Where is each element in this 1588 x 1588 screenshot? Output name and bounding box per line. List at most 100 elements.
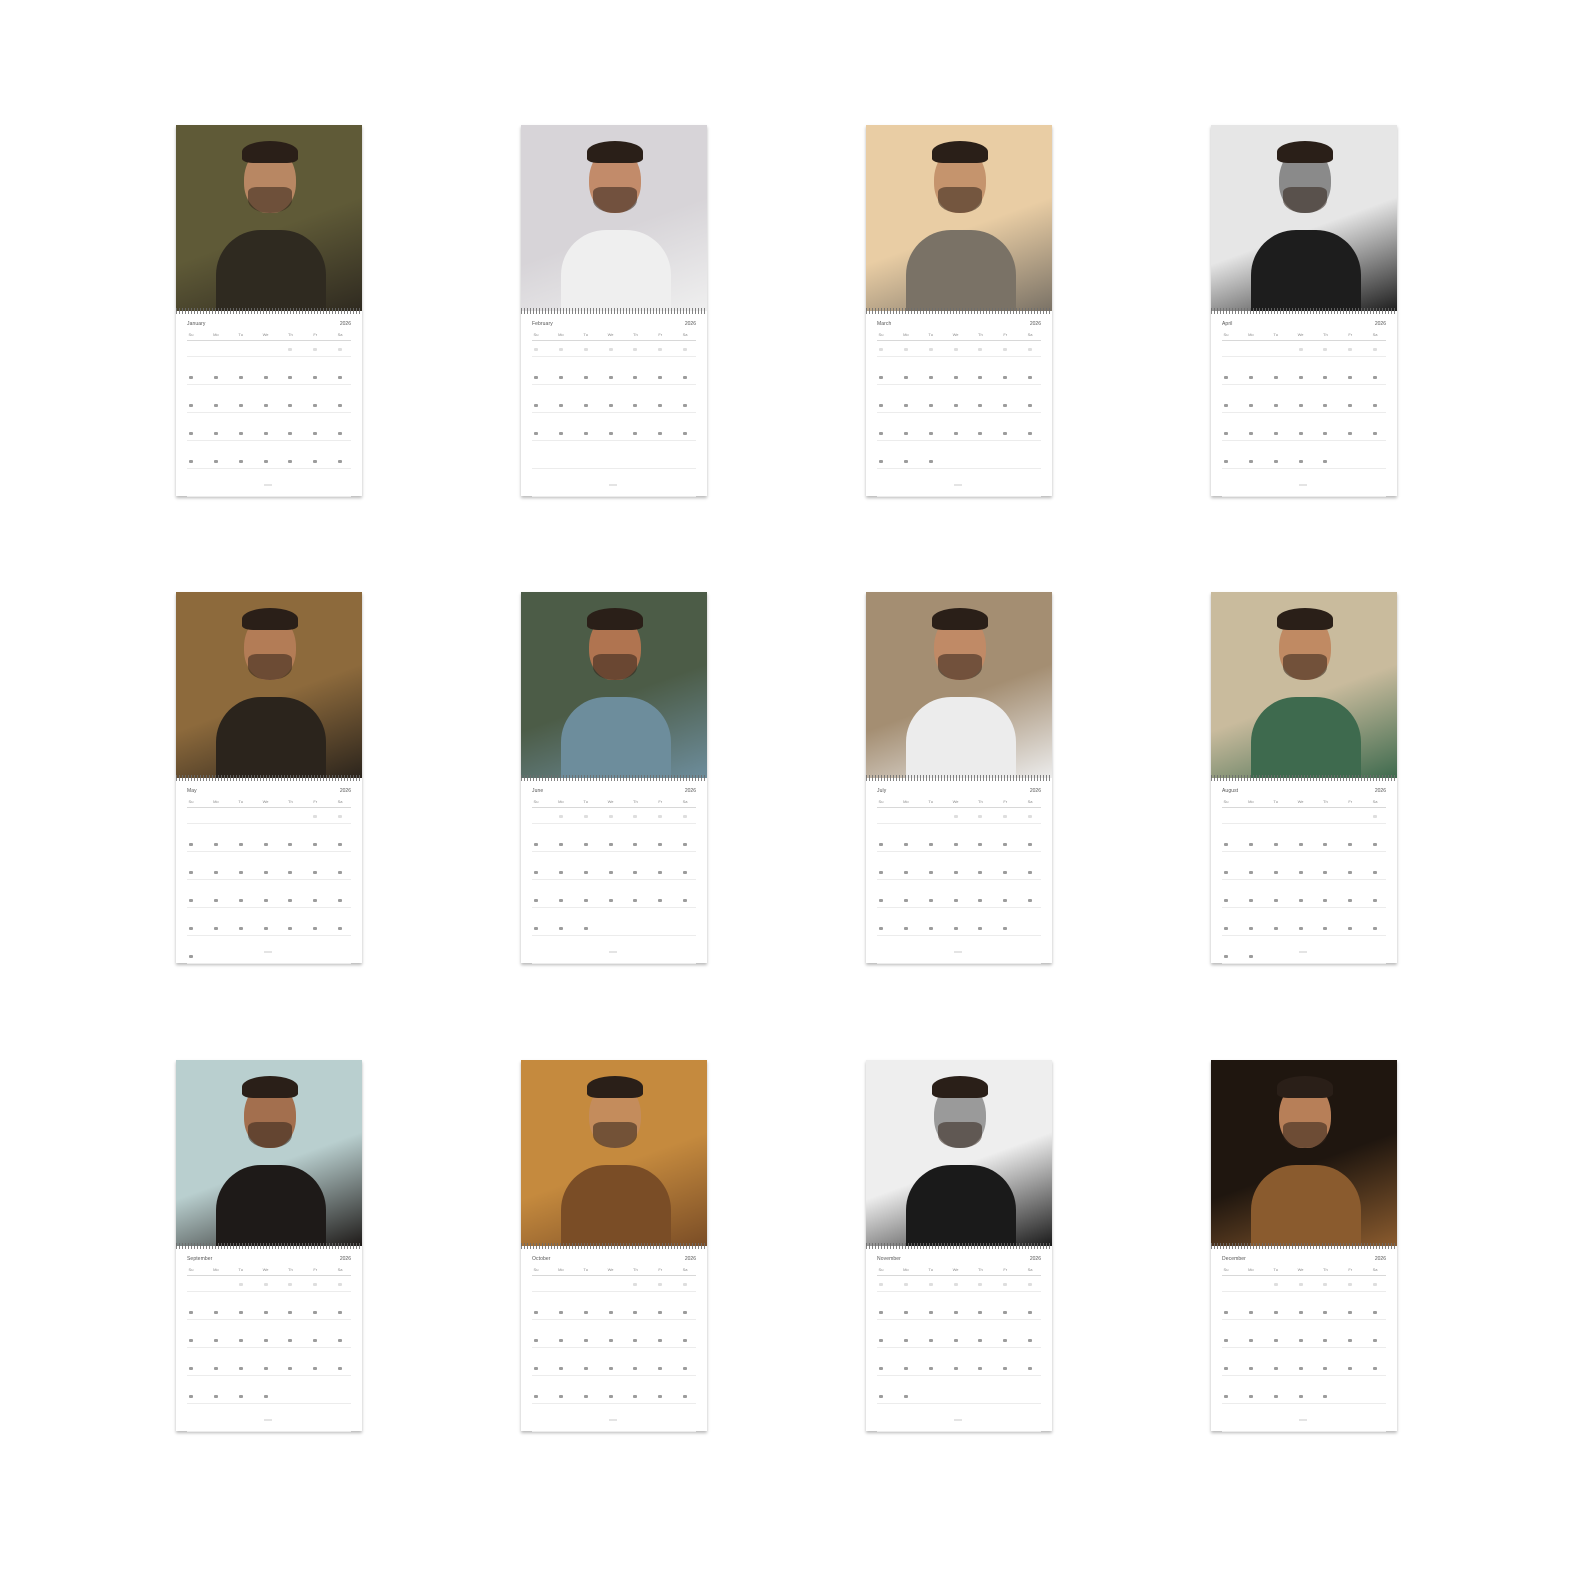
day-cell — [1373, 348, 1378, 351]
day-cell — [1348, 432, 1353, 435]
weekday-header-row: Su Mo Tu We Th Fr Sa — [877, 799, 1041, 808]
day-cell — [1003, 1339, 1008, 1342]
year-label: 2026 — [1374, 1256, 1386, 1262]
calendar-page-june[interactable]: June 2026 Su Mo Tu We Th Fr Sa — [521, 592, 707, 964]
year-label: 2026 — [339, 1256, 351, 1262]
figure-torso — [906, 697, 1016, 778]
calendar-page-april[interactable]: April 2026 Su Mo Tu We Th Fr Sa — [1211, 125, 1397, 497]
calendar-page-may[interactable]: May 2026 Su Mo Tu We Th Fr Sa — [176, 592, 362, 964]
day-cell — [1348, 871, 1353, 874]
day-cell — [1323, 1339, 1328, 1342]
day-cell — [1273, 1395, 1278, 1398]
day-cell — [1323, 1367, 1328, 1370]
day-cell — [1373, 376, 1378, 379]
day-cell — [534, 404, 538, 407]
figure-hair — [242, 1076, 298, 1098]
day-cell — [1224, 1339, 1228, 1342]
calendar-page-march[interactable]: March 2026 Su Mo Tu We Th Fr Sa — [866, 125, 1052, 497]
day-cell — [189, 843, 193, 846]
year-label: 2026 — [1374, 321, 1386, 327]
week-divider — [877, 1319, 1041, 1320]
calendar-page-december[interactable]: December 2026 Su Mo Tu We Th Fr Sa — [1211, 1060, 1397, 1432]
week-divider — [877, 879, 1041, 880]
weekday-header: Fr — [313, 799, 318, 804]
weekday-header-row: Su Mo Tu We Th Fr Sa — [532, 1267, 696, 1276]
weekday-header: Th — [288, 332, 293, 337]
figure-hair — [932, 1076, 988, 1098]
day-cell — [903, 899, 908, 902]
figure-hair — [1277, 141, 1333, 163]
day-cell — [978, 376, 983, 379]
day-cell — [633, 899, 638, 902]
week-divider — [187, 879, 351, 880]
day-cell — [1373, 1339, 1378, 1342]
week-divider — [532, 907, 696, 908]
year-label: 2026 — [1029, 1256, 1041, 1262]
week-divider — [1222, 468, 1386, 469]
weekday-header: Sa — [1372, 332, 1378, 337]
day-cell — [1348, 348, 1353, 351]
day-cell — [338, 1339, 343, 1342]
figure-beard — [248, 1122, 292, 1148]
month-grid: November 2026 Su Mo Tu We Th Fr Sa — [866, 1249, 1052, 1432]
week-divider — [1222, 1291, 1386, 1292]
weekday-header: Sa — [337, 332, 343, 337]
calendar-page-july[interactable]: July 2026 Su Mo Tu We Th Fr Sa — [866, 592, 1052, 964]
month-photo — [1211, 592, 1397, 778]
day-cell — [879, 432, 883, 435]
page-footer-mark — [954, 484, 962, 486]
day-cell — [633, 1339, 638, 1342]
figure-beard — [1283, 654, 1327, 680]
week-divider — [1222, 384, 1386, 385]
day-cell — [928, 871, 933, 874]
calendar-page-august[interactable]: August 2026 Su Mo Tu We Th Fr Sa — [1211, 592, 1397, 964]
day-cell — [1003, 1283, 1008, 1286]
day-cell — [953, 348, 958, 351]
page-footer-mark — [609, 484, 617, 486]
figure-torso — [1251, 697, 1361, 778]
day-cell — [953, 815, 958, 818]
calendar-page-september[interactable]: September 2026 Su Mo Tu We Th Fr Sa — [176, 1060, 362, 1432]
year-label: 2026 — [339, 788, 351, 794]
day-cell — [1028, 1283, 1033, 1286]
day-cell — [1224, 1395, 1228, 1398]
day-cell — [903, 1311, 908, 1314]
day-cell — [1003, 376, 1008, 379]
day-cell — [1003, 815, 1008, 818]
weekday-header: We — [952, 1267, 959, 1272]
weekday-header: Fr — [1003, 799, 1008, 804]
week-divider — [1222, 963, 1386, 964]
day-cell — [978, 348, 983, 351]
page-footer-mark — [954, 951, 962, 953]
weekday-header: Mo — [1248, 1267, 1254, 1272]
day-cell — [558, 843, 563, 846]
day-cell — [1248, 955, 1253, 958]
day-cell — [658, 843, 663, 846]
weekday-header: We — [262, 799, 269, 804]
figure-torso — [1251, 1165, 1361, 1246]
weekday-header: Su — [1223, 1267, 1229, 1272]
weekday-header: Fr — [658, 332, 663, 337]
day-cell — [534, 376, 538, 379]
day-cell — [1028, 843, 1033, 846]
day-cell — [1224, 1367, 1228, 1370]
weekday-header: Th — [633, 332, 638, 337]
calendar-page-october[interactable]: October 2026 Su Mo Tu We Th Fr Sa — [521, 1060, 707, 1432]
weekday-header: Fr — [1348, 332, 1353, 337]
day-cell — [633, 871, 638, 874]
day-cell — [608, 348, 613, 351]
week-divider — [532, 1347, 696, 1348]
day-cell — [879, 1283, 883, 1286]
day-cell — [903, 348, 908, 351]
day-cell — [313, 376, 318, 379]
day-cell — [583, 1395, 588, 1398]
calendar-page-january[interactable]: January 2026 Su Mo Tu We Th Fr Sa — [176, 125, 362, 497]
figure-beard — [593, 187, 637, 213]
calendar-page-november[interactable]: November 2026 Su Mo Tu We Th Fr Sa — [866, 1060, 1052, 1432]
week-divider — [532, 1375, 696, 1376]
day-cell — [583, 1311, 588, 1314]
day-cell — [1028, 815, 1033, 818]
calendar-page-february[interactable]: February 2026 Su Mo Tu We Th Fr Sa — [521, 125, 707, 497]
day-cell — [608, 871, 613, 874]
week-divider — [1222, 1431, 1386, 1432]
